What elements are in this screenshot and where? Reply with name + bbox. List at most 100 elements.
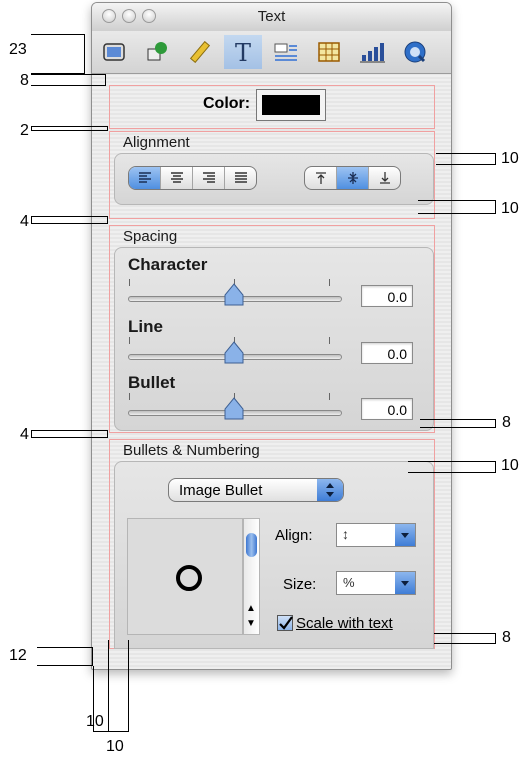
toolbar-metrics-button[interactable] xyxy=(181,35,219,69)
toolbar-wrap-button[interactable] xyxy=(267,35,305,69)
line-label: Line xyxy=(128,317,163,336)
bracket-group-pad-top-2 xyxy=(408,461,496,473)
annotation-section-gap-4a: 4 xyxy=(20,213,29,230)
chevron-down-icon xyxy=(401,581,409,586)
graphics-inspector-icon xyxy=(147,42,167,61)
wrap-inspector-icon xyxy=(274,43,297,61)
align-top-icon xyxy=(315,172,326,184)
align-right-icon xyxy=(202,172,215,183)
bullet-type-value: Image Bullet xyxy=(179,482,263,499)
document-inspector-icon xyxy=(103,43,125,61)
annotation-group-pad-top: 10 xyxy=(501,150,519,167)
tick xyxy=(129,337,130,344)
line-slider-thumb[interactable] xyxy=(224,341,244,365)
scale-with-text-checkbox[interactable] xyxy=(277,615,293,631)
align-middle-icon xyxy=(347,172,358,184)
color-label: Color: xyxy=(203,95,251,112)
bullet-slider-thumb[interactable] xyxy=(224,397,244,421)
tick xyxy=(129,279,130,286)
bullet-size-combo[interactable]: % xyxy=(336,571,416,595)
bullet-align-combo[interactable]: ↕ xyxy=(336,523,416,547)
line-spacing-field[interactable]: 0.0 xyxy=(361,342,413,364)
bracket-toolbar-height xyxy=(31,34,85,74)
scrollbar-thumb[interactable] xyxy=(246,533,257,557)
align-middle-button[interactable] xyxy=(337,167,369,189)
align-center-button[interactable] xyxy=(161,167,193,189)
popup-arrows-icon xyxy=(326,483,334,497)
chart-inspector-icon xyxy=(360,43,385,63)
bracket-section-gap-4b xyxy=(31,430,108,438)
annotation-toolbar-height: 23 xyxy=(9,41,27,58)
inspector-window: Text T Color: Alignment Spacing Characte… xyxy=(91,2,452,670)
annotation-bottom-gap: 8 xyxy=(502,629,511,646)
align-justify-button[interactable] xyxy=(225,167,256,189)
bullet-image-well[interactable] xyxy=(127,518,243,635)
toolbar-chart-button[interactable] xyxy=(353,35,391,69)
guide-line-left-2 xyxy=(108,640,109,732)
window-title: Text xyxy=(257,8,286,25)
align-bottom-button[interactable] xyxy=(369,167,400,189)
bracket-left-margin xyxy=(37,647,93,666)
bullet-circle-icon xyxy=(176,565,202,591)
quicktime-inspector-icon xyxy=(404,41,426,63)
toolbar-table-button[interactable] xyxy=(310,35,348,69)
metrics-inspector-icon xyxy=(189,41,211,63)
align-combo-arrow[interactable] xyxy=(395,524,415,546)
annotation-inner-left-2: 10 xyxy=(106,738,124,755)
size-combo-arrow[interactable] xyxy=(395,572,415,594)
bracket-group-pad-bottom xyxy=(418,200,496,214)
toolbar-quicktime-button[interactable] xyxy=(396,35,434,69)
scroll-down-arrow-icon[interactable]: ▼ xyxy=(246,618,256,629)
annotation-section-gap-2: 2 xyxy=(20,122,29,139)
chevron-down-icon xyxy=(401,533,409,538)
align-right-button[interactable] xyxy=(193,167,225,189)
annotation-section-gap-4b: 4 xyxy=(20,426,29,443)
bullet-spacing-field[interactable]: 0.0 xyxy=(361,398,413,420)
tick xyxy=(329,393,330,400)
bullets-numbering-label: Bullets & Numbering xyxy=(123,442,260,459)
color-well[interactable] xyxy=(256,89,326,121)
toolbar-text-button[interactable]: T xyxy=(224,35,262,69)
bullet-size-value: % xyxy=(343,575,355,590)
bracket-section-gap-4a xyxy=(31,216,108,224)
align-justify-icon xyxy=(234,172,247,183)
annotation-top-gap: 8 xyxy=(20,72,29,89)
annotation-left-margin: 12 xyxy=(9,647,27,664)
guide-bottom-1 xyxy=(93,731,109,732)
guide-bottom-2 xyxy=(108,731,129,732)
title-bar[interactable]: Text xyxy=(92,3,451,31)
bracket-group-pad-top xyxy=(436,153,496,165)
spacing-label: Spacing xyxy=(123,228,178,245)
guide-line-left-3 xyxy=(128,640,129,732)
character-spacing-field[interactable]: 0.0 xyxy=(361,285,413,307)
inspector-toolbar: T xyxy=(92,31,451,74)
align-top-button[interactable] xyxy=(305,167,337,189)
character-label: Character xyxy=(128,255,208,274)
character-slider-thumb[interactable] xyxy=(224,283,244,307)
scroll-up-arrow-icon[interactable]: ▲ xyxy=(246,603,256,614)
checkmark-icon xyxy=(279,616,293,630)
bullet-align-value: ↕ xyxy=(342,526,349,542)
bullet-scrollbar[interactable]: ▲ ▼ xyxy=(243,518,260,635)
tick xyxy=(329,337,330,344)
bracket-section-gap-2 xyxy=(31,126,108,131)
bracket-field-right-gap xyxy=(420,419,496,428)
horizontal-alignment-control[interactable] xyxy=(128,166,257,190)
bullet-type-popup[interactable]: Image Bullet xyxy=(168,478,344,502)
svg-text:T: T xyxy=(235,39,251,65)
toolbar-document-button[interactable] xyxy=(95,35,133,69)
toolbar-graphics-button[interactable] xyxy=(138,35,176,69)
annotation-field-right-gap: 8 xyxy=(502,414,511,431)
bullet-align-label: Align: xyxy=(275,527,313,544)
alignment-label: Alignment xyxy=(123,134,190,151)
align-left-button[interactable] xyxy=(129,167,161,189)
annotation-group-pad-bottom: 10 xyxy=(501,200,519,217)
scale-with-text-label[interactable]: Scale with text xyxy=(296,615,393,632)
table-inspector-icon xyxy=(318,42,340,62)
annotation-group-pad-top-2: 10 xyxy=(501,457,519,474)
annotation-inner-left-1: 10 xyxy=(86,713,104,730)
align-bottom-icon xyxy=(379,172,390,184)
text-inspector-icon: T xyxy=(235,39,251,65)
vertical-alignment-control[interactable] xyxy=(304,166,401,190)
tick xyxy=(329,279,330,286)
